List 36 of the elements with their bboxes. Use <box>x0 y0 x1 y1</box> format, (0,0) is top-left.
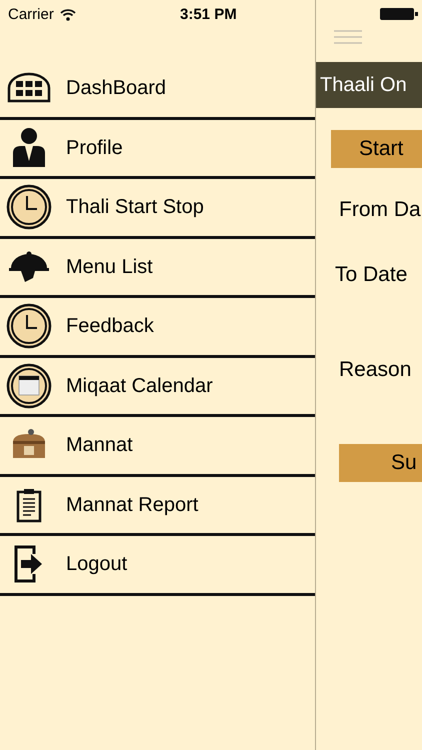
battery-icon <box>380 8 420 20</box>
menu-label: Feedback <box>66 314 154 340</box>
to-date-label: To Date <box>335 262 408 288</box>
status-time: 3:51 PM <box>180 4 237 25</box>
menu-label: Logout <box>66 552 128 578</box>
menu-item[interactable]: Miqaat Calendar <box>0 358 315 417</box>
cloche-icon <box>7 250 51 284</box>
page-title: Thaali On <box>320 73 407 98</box>
submit-button[interactable]: Su <box>339 444 422 482</box>
menu-item[interactable]: Thali Start Stop <box>0 179 315 238</box>
menu-label: Profile <box>66 136 123 161</box>
menu-label: Thali Start Stop <box>66 195 204 220</box>
menu-item[interactable]: DashBoard <box>0 60 315 120</box>
menu-item[interactable]: Mannat Report <box>0 476 315 536</box>
menu-item[interactable]: Mannat <box>0 417 315 476</box>
menu-label: Mannat <box>66 433 133 458</box>
clipboard-icon <box>15 486 43 523</box>
clock-icon <box>6 184 52 230</box>
calendar-icon <box>6 362 52 409</box>
wifi-icon <box>60 9 76 21</box>
grid-icon <box>6 71 52 106</box>
carrier-label: Carrier <box>8 4 54 25</box>
from-date-label: From Da <box>339 197 422 223</box>
menu-item[interactable]: Profile <box>0 120 315 179</box>
reason-label: Reason <box>339 357 412 383</box>
menu-label: Menu List <box>66 254 153 280</box>
menu-item[interactable]: Logout <box>0 536 315 596</box>
start-button[interactable]: Start <box>331 130 422 168</box>
menu-label: Mannat Report <box>66 492 198 518</box>
person-icon <box>11 126 47 169</box>
menu-item[interactable]: Menu List <box>0 238 315 298</box>
clock-icon <box>6 303 52 350</box>
menu-label: DashBoard <box>66 76 166 102</box>
menu-icon[interactable] <box>334 30 362 44</box>
menu-label: Miqaat Calendar <box>66 374 213 399</box>
menu-item[interactable]: Feedback <box>0 298 315 358</box>
